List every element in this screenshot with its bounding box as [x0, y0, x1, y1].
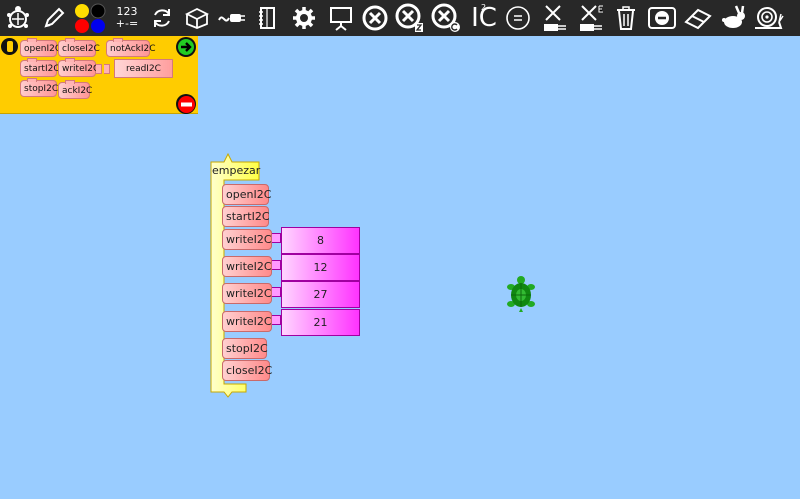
i2c-superscript: 2	[481, 3, 487, 12]
sensor-cable-icon[interactable]	[216, 0, 248, 36]
clear-canvas-icon[interactable]	[646, 0, 678, 36]
x-plug-e-icon[interactable]	[576, 0, 606, 36]
i2c-menu-icon[interactable]: IC 2	[468, 0, 500, 36]
palette-toggle-button[interactable]	[1, 38, 18, 55]
palette-block-ackI2C[interactable]: ackI2C	[58, 80, 92, 99]
palette-connector	[104, 64, 110, 74]
minus-circle-icon	[177, 95, 195, 113]
palette-block-stopI2C[interactable]: stopI2C	[20, 78, 58, 97]
trash-icon[interactable]	[612, 0, 640, 36]
turtle-menu-icon[interactable]	[4, 0, 32, 36]
box-icon[interactable]	[182, 0, 212, 36]
canvas-value-3[interactable]: 27	[281, 281, 360, 308]
value-connector	[272, 287, 281, 297]
value-connector	[272, 260, 281, 270]
block-palette: openI2C closeI2C notAckI2C startI2C writ…	[0, 36, 198, 114]
palette-block-notAckI2C[interactable]: notAckI2C	[106, 38, 156, 57]
colors-palette-icon[interactable]	[72, 0, 108, 36]
stop-c-icon[interactable]	[430, 0, 462, 36]
palette-toggle-icon	[6, 41, 13, 52]
canvas-block-closeI2C[interactable]: closeI2C	[222, 360, 272, 381]
palette-block-closeI2C[interactable]: closeI2C	[58, 38, 100, 57]
canvas-value-1[interactable]: 8	[281, 227, 360, 254]
canvas-block-writeI2C-1[interactable]: writeI2C	[222, 229, 272, 250]
pen-icon[interactable]	[40, 0, 68, 36]
palette-block-readI2C[interactable]: readI2C	[114, 59, 173, 78]
gear-icon[interactable]	[290, 0, 318, 36]
remove-palette-button[interactable]	[176, 94, 196, 114]
canvas-block-writeI2C-3[interactable]: writeI2C	[222, 283, 272, 304]
eraser-icon[interactable]	[682, 0, 714, 36]
snail-slow-icon[interactable]	[752, 0, 786, 36]
turtle-icon[interactable]	[506, 276, 536, 312]
notebook-icon[interactable]	[254, 0, 280, 36]
stop-circle-icon[interactable]	[360, 0, 390, 36]
next-palette-button[interactable]	[176, 37, 196, 57]
canvas-block-writeI2C-4[interactable]: writeI2C	[222, 311, 272, 332]
canvas-block-openI2C[interactable]: openI2C	[222, 184, 271, 205]
canvas-value-4[interactable]: 21	[281, 309, 360, 336]
canvas-block-stopI2C[interactable]: stopI2C	[222, 338, 268, 359]
equals-circle-icon[interactable]	[504, 0, 532, 36]
flow-loop-icon[interactable]	[148, 0, 176, 36]
canvas-block-startI2C[interactable]: startI2C	[222, 206, 270, 227]
palette-block-writeI2C[interactable]: writeI2C	[58, 58, 99, 77]
stop-i2c-icon[interactable]	[394, 0, 426, 36]
palette-connector	[96, 64, 102, 74]
presentation-board-icon[interactable]	[326, 0, 356, 36]
start-block-label: empezar	[212, 164, 261, 177]
value-connector	[272, 315, 281, 325]
main-toolbar: 123 +-= IC 2	[0, 0, 800, 36]
operators-label: +-=	[115, 17, 139, 30]
palette-block-startI2C[interactable]: startI2C	[20, 58, 60, 77]
numbers-operators-icon[interactable]: 123 +-=	[112, 0, 142, 36]
canvas-block-writeI2C-2[interactable]: writeI2C	[222, 256, 272, 277]
x-plug-icon[interactable]	[540, 0, 570, 36]
canvas-value-2[interactable]: 12	[281, 254, 360, 281]
value-connector	[272, 233, 281, 243]
palette-block-openI2C[interactable]: openI2C	[20, 38, 61, 57]
rabbit-fast-icon[interactable]	[718, 0, 748, 36]
arrow-right-icon	[178, 39, 194, 55]
